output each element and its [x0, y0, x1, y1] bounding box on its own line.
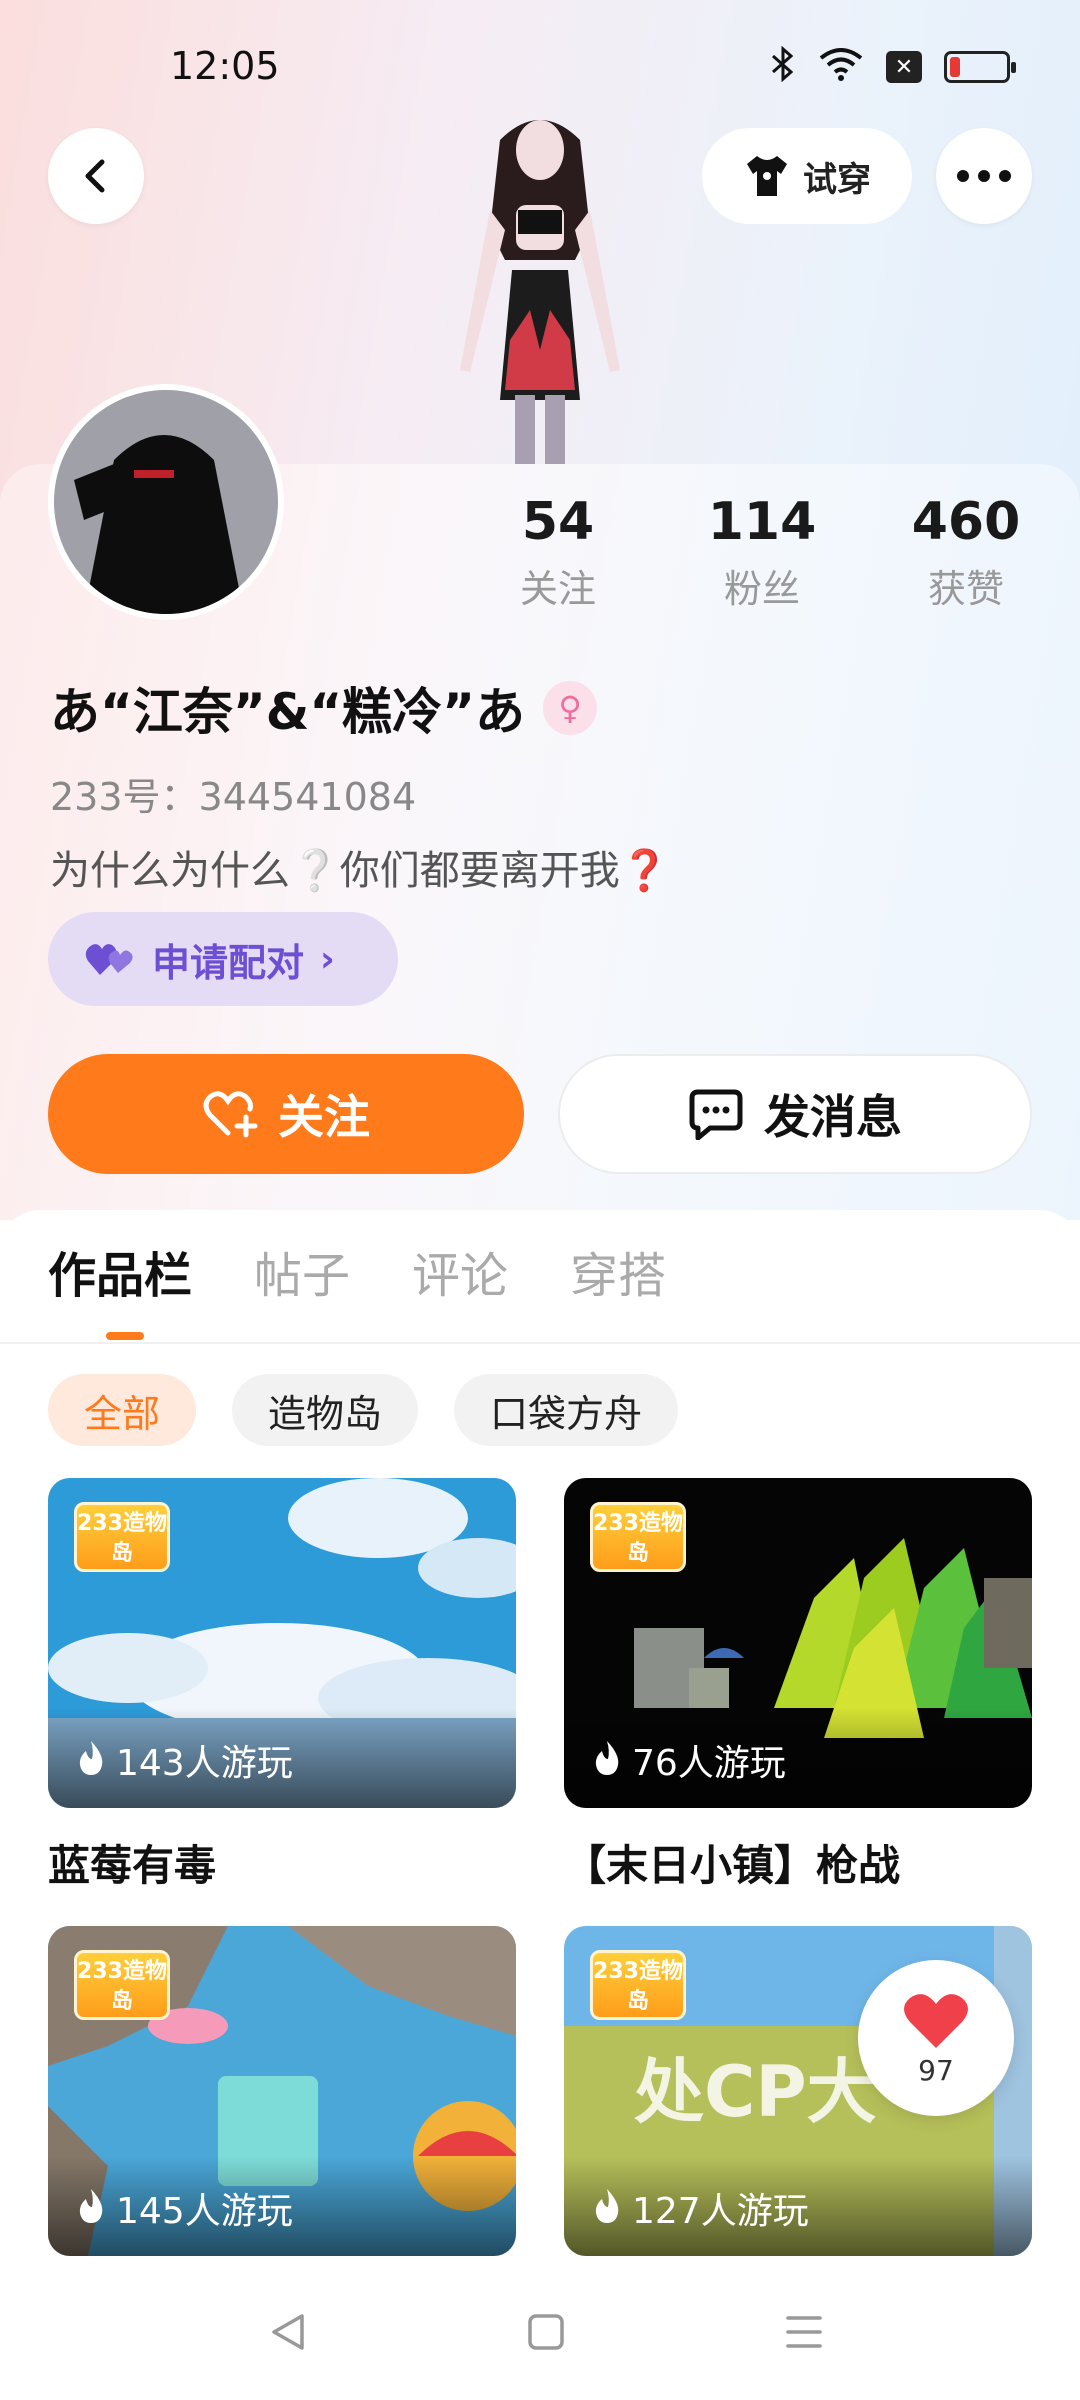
- try-on-label: 试穿: [803, 159, 871, 200]
- tab-works[interactable]: 作品栏: [48, 1236, 192, 1306]
- user-id: 233号：344541084: [50, 775, 417, 819]
- player-count: 143人游玩: [48, 1708, 516, 1808]
- shirt-icon: [747, 156, 787, 196]
- avatar[interactable]: [48, 384, 284, 620]
- player-count-text: 143人游玩: [116, 1743, 293, 1784]
- player-count: 127人游玩: [564, 2156, 1032, 2256]
- creation-island-logo: 233造物岛: [74, 1502, 170, 1572]
- flame-icon: [76, 1739, 106, 1786]
- tab-indicator: [106, 1332, 144, 1340]
- work-banner-text: 处CP大: [634, 2051, 877, 2133]
- work-title: 【末日小镇】枪战: [564, 1841, 901, 1890]
- player-count: 76人游玩: [564, 1708, 1032, 1808]
- pair-request-label: 申请配对: [152, 940, 305, 985]
- tab-outfits[interactable]: 穿搭: [570, 1236, 666, 1306]
- tab-divider: [0, 1342, 1080, 1344]
- more-horizontal-icon: [957, 170, 1011, 182]
- filter-pocket-ark[interactable]: 口袋方舟: [454, 1374, 679, 1446]
- female-icon: ♀: [543, 681, 598, 735]
- back-button[interactable]: [48, 128, 144, 224]
- creation-island-logo: 233造物岛: [590, 1950, 686, 2020]
- follow-label: 关注: [278, 1090, 370, 1144]
- more-button[interactable]: [936, 128, 1032, 224]
- pair-request-button[interactable]: 申请配对 ›: [48, 912, 398, 1006]
- notification-icon: ✕: [886, 51, 922, 83]
- filter-all[interactable]: 全部: [48, 1374, 197, 1446]
- profile-tabs: 作品栏 帖子 评论 穿搭: [48, 1236, 666, 1306]
- stat-likes[interactable]: 460 获赞: [876, 492, 1056, 613]
- nav-home-icon[interactable]: [524, 2310, 568, 2354]
- stat-likes-label: 获赞: [927, 567, 1004, 611]
- bluetooth-icon: [770, 45, 796, 88]
- status-time: 12:05: [170, 44, 280, 88]
- flame-icon: [76, 2187, 106, 2234]
- stat-followers-label: 粉丝: [723, 567, 800, 611]
- avatar-image: [54, 390, 278, 614]
- work-card[interactable]: 233造物岛 76人游玩 【末日小镇】枪战: [564, 1478, 1032, 1893]
- stat-followers-value: 114: [707, 492, 817, 552]
- heart-plus-icon: [203, 1091, 258, 1138]
- chat-bubble-icon: [689, 1089, 743, 1140]
- creation-island-logo: 233造物岛: [74, 1950, 170, 2020]
- creation-island-logo: 233造物岛: [590, 1502, 686, 1572]
- stat-followers[interactable]: 114 粉丝: [672, 492, 852, 613]
- heart-icon: [904, 1993, 968, 2048]
- work-card[interactable]: 233造物岛 143人游玩 蓝莓有毒: [48, 1478, 516, 1893]
- stat-likes-value: 460: [911, 492, 1021, 552]
- chevron-right-icon: ›: [320, 938, 335, 980]
- bio: 为什么为什么❔你们都要离开我❓: [50, 848, 670, 894]
- work-title: 蓝莓有毒: [48, 1841, 217, 1890]
- work-card[interactable]: 233造物岛 145人游玩: [48, 1926, 516, 2256]
- tab-comments[interactable]: 评论: [412, 1236, 508, 1306]
- work-thumbnail: 233造物岛 143人游玩: [48, 1478, 516, 1808]
- like-count: 97: [918, 2053, 954, 2087]
- nav-back-icon[interactable]: [266, 2310, 310, 2354]
- follow-button[interactable]: 关注: [48, 1054, 524, 1174]
- nickname: あ“江奈”&“糕冷”あ ♀: [50, 672, 598, 744]
- try-on-button[interactable]: 试穿: [702, 128, 912, 224]
- avatar-3d-model[interactable]: [430, 110, 650, 464]
- tab-posts[interactable]: 帖子: [254, 1236, 350, 1306]
- player-count-text: 145人游玩: [116, 2191, 293, 2232]
- message-label: 发消息: [764, 1090, 902, 1144]
- wifi-icon: [818, 46, 864, 88]
- player-count: 145人游玩: [48, 2156, 516, 2256]
- hearts-icon: [85, 944, 133, 975]
- stat-following[interactable]: 54 关注: [468, 492, 648, 613]
- like-float-button[interactable]: 97: [858, 1960, 1014, 2116]
- player-count-text: 127人游玩: [632, 2191, 809, 2232]
- flame-icon: [592, 1739, 622, 1786]
- status-bar: 12:05 ✕: [0, 0, 1080, 120]
- nav-menu-icon[interactable]: [782, 2310, 826, 2354]
- battery-icon: [944, 51, 1016, 83]
- status-icons: ✕: [770, 45, 1016, 88]
- filter-chips: 全部 造物岛 口袋方舟: [48, 1374, 679, 1446]
- work-thumbnail: 233造物岛 145人游玩: [48, 1926, 516, 2256]
- player-count-text: 76人游玩: [632, 1743, 786, 1784]
- system-nav-bar: [0, 2280, 1080, 2400]
- message-button[interactable]: 发消息: [558, 1054, 1032, 1174]
- stat-following-value: 54: [521, 492, 595, 552]
- nickname-text: あ“江奈”&“糕冷”あ: [50, 683, 526, 741]
- filter-creation-island[interactable]: 造物岛: [232, 1374, 419, 1446]
- flame-icon: [592, 2187, 622, 2234]
- stat-following-label: 关注: [519, 567, 596, 611]
- chevron-left-icon: [85, 159, 105, 193]
- work-thumbnail: 233造物岛 76人游玩: [564, 1478, 1032, 1808]
